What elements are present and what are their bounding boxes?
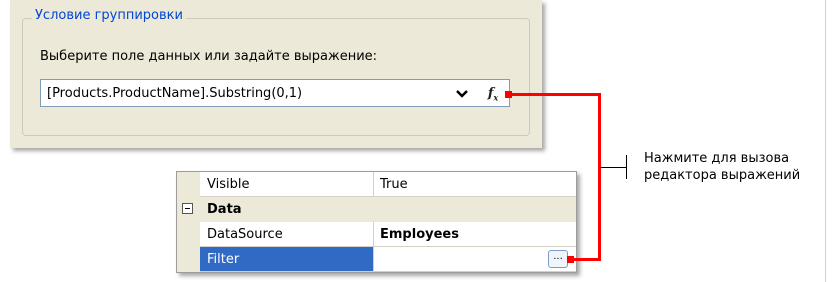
group-condition-panel: Условие группировки Выберите поле данных… (10, 0, 542, 148)
chevron-down-icon[interactable] (455, 88, 469, 100)
group-condition-groupbox (22, 18, 530, 136)
callout-text: Нажмите для вызова редактора выражений (644, 150, 800, 184)
field-prompt-label: Выберите поле данных или задайте выражен… (40, 49, 378, 64)
callout-line-bottom (572, 258, 600, 261)
property-row-filter[interactable]: Filter ... (177, 247, 576, 272)
callout-line-1: Нажмите для вызова (644, 151, 790, 166)
property-row-datasource[interactable]: DataSource Employees (177, 222, 576, 247)
right-edge-divider (825, 0, 826, 282)
expression-value[interactable]: [Products.ProductName].Substring(0,1) (47, 86, 302, 101)
callout-pointer-line (600, 167, 626, 168)
property-grid: Visible True Data DataSource Employees F… (176, 171, 577, 273)
row-gutter (177, 172, 200, 197)
row-gutter (177, 222, 200, 247)
expression-combobox[interactable]: [Products.ProductName].Substring(0,1) fx (40, 79, 510, 107)
property-name: Filter (200, 247, 374, 272)
category-row-data[interactable]: Data (177, 197, 576, 222)
callout-bracket (626, 155, 627, 179)
callout-line-2: редактора выражений (644, 168, 801, 183)
filter-ellipsis-button[interactable]: ... (548, 250, 568, 268)
property-row-visible[interactable]: Visible True (177, 172, 576, 197)
callout-line-vertical (598, 93, 601, 261)
callout-line-top (510, 93, 600, 96)
collapse-icon[interactable] (182, 203, 193, 214)
category-label: Data (207, 202, 242, 217)
property-value[interactable]: True (374, 172, 576, 197)
property-name: DataSource (200, 222, 374, 247)
row-gutter (177, 247, 200, 272)
property-value[interactable] (374, 247, 576, 272)
property-name: Visible (200, 172, 374, 197)
group-condition-title: Условие группировки (32, 8, 186, 23)
expression-editor-button[interactable]: fx (481, 83, 505, 104)
property-value[interactable]: Employees (374, 222, 576, 247)
fx-icon-subscript: x (493, 92, 499, 103)
